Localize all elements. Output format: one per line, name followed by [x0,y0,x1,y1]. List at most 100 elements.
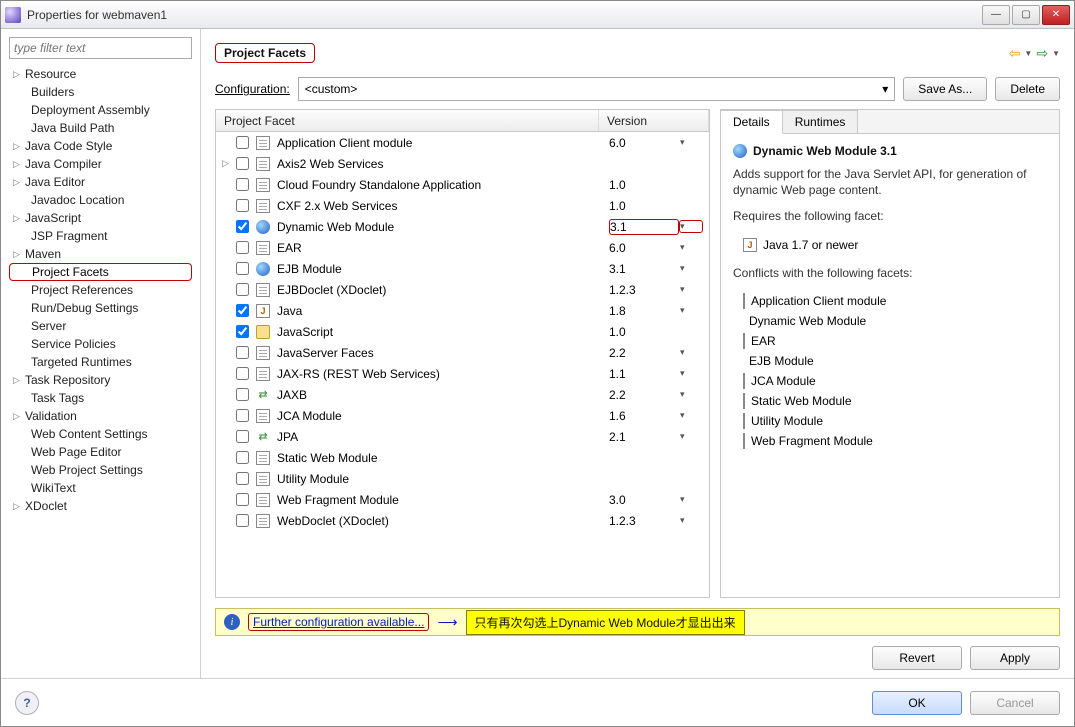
facet-checkbox[interactable] [236,472,249,485]
facet-checkbox[interactable] [236,136,249,149]
table-row: ▷Axis2 Web Services [216,153,709,174]
maximize-button[interactable]: ▢ [1012,5,1040,25]
tree-item[interactable]: Run/Debug Settings [9,299,192,317]
facet-checkbox[interactable] [236,451,249,464]
back-button[interactable]: ⇦ [1009,45,1021,62]
tree-item[interactable]: Web Content Settings [9,425,192,443]
facet-name: EJBDoclet (XDoclet) [277,283,609,297]
tree-item[interactable]: ▷Task Repository [9,371,192,389]
version-dropdown [679,457,703,459]
facet-checkbox[interactable] [236,220,249,233]
version-dropdown[interactable]: ▾ [679,220,703,233]
tree-item[interactable]: Task Tags [9,389,192,407]
tree-item[interactable]: Web Page Editor [9,443,192,461]
expand-caret-icon[interactable]: ▷ [13,213,25,224]
facet-checkbox[interactable] [236,199,249,212]
tree-item[interactable]: Server [9,317,192,335]
expand-caret-icon[interactable]: ▷ [13,69,25,80]
facet-checkbox[interactable] [236,514,249,527]
tree-item[interactable]: Targeted Runtimes [9,353,192,371]
tree-item[interactable]: Builders [9,83,192,101]
version-dropdown[interactable]: ▾ [679,283,703,296]
version-dropdown[interactable]: ▾ [679,241,703,254]
version-dropdown[interactable]: ▾ [679,367,703,380]
col-facet[interactable]: Project Facet [216,110,599,131]
expand-caret-icon[interactable]: ▷ [13,159,25,170]
forward-menu-caret[interactable]: ▼ [1052,49,1060,58]
facet-checkbox[interactable] [236,409,249,422]
tree-item[interactable]: ▷Resource [9,65,192,83]
version-dropdown[interactable]: ▾ [679,136,703,149]
help-button[interactable]: ? [15,691,39,715]
facet-checkbox[interactable] [236,367,249,380]
tree-item[interactable]: Web Project Settings [9,461,192,479]
category-tree[interactable]: ▷ResourceBuildersDeployment AssemblyJava… [9,65,192,670]
arrows-icon: ⇄ [255,429,271,445]
facet-checkbox[interactable] [236,283,249,296]
configuration-select[interactable]: <custom> ▾ [298,77,896,101]
facet-checkbox[interactable] [236,430,249,443]
further-config-link[interactable]: Further configuration available... [248,613,429,631]
filter-input[interactable] [9,37,192,59]
expand-caret-icon[interactable]: ▷ [13,501,25,512]
row-expand-icon[interactable]: ▷ [222,158,236,169]
tree-item[interactable]: WikiText [9,479,192,497]
version-dropdown[interactable]: ▾ [679,304,703,317]
tab-details[interactable]: Details [721,110,783,134]
version-dropdown[interactable]: ▾ [679,409,703,422]
version-dropdown[interactable]: ▾ [679,430,703,443]
facet-checkbox[interactable] [236,304,249,317]
forward-button[interactable]: ⇨ [1036,45,1048,62]
close-button[interactable]: ✕ [1042,5,1070,25]
version-dropdown[interactable]: ▾ [679,514,703,527]
tree-item[interactable]: ▷Java Editor [9,173,192,191]
revert-button[interactable]: Revert [872,646,962,670]
table-row: EJB Module3.1▾ [216,258,709,279]
facet-checkbox[interactable] [236,157,249,170]
expand-caret-icon[interactable]: ▷ [13,177,25,188]
tree-item[interactable]: Project References [9,281,192,299]
version-dropdown[interactable]: ▾ [679,346,703,359]
ok-button[interactable]: OK [872,691,962,715]
list-item: JJava 1.7 or newer [733,235,1047,255]
tree-item[interactable]: ▷Validation [9,407,192,425]
list-item-label: EJB Module [749,354,814,368]
delete-button[interactable]: Delete [995,77,1060,101]
col-version[interactable]: Version [599,110,709,131]
apply-button[interactable]: Apply [970,646,1060,670]
tree-item[interactable]: Java Build Path [9,119,192,137]
facet-checkbox[interactable] [236,493,249,506]
facet-version: 1.1 [609,367,679,381]
back-menu-caret[interactable]: ▼ [1024,49,1032,58]
facet-version: 2.2 [609,388,679,402]
tree-item[interactable]: ▷XDoclet [9,497,192,515]
tree-item[interactable]: ▷Java Code Style [9,137,192,155]
tree-item[interactable]: ▷Java Compiler [9,155,192,173]
version-dropdown[interactable]: ▾ [679,493,703,506]
tab-runtimes[interactable]: Runtimes [783,110,859,133]
tree-item[interactable]: Deployment Assembly [9,101,192,119]
expand-caret-icon[interactable]: ▷ [13,141,25,152]
version-dropdown[interactable]: ▾ [679,262,703,275]
facet-checkbox[interactable] [236,262,249,275]
version-dropdown[interactable]: ▾ [679,388,703,401]
expand-caret-icon[interactable]: ▷ [13,375,25,386]
tree-item[interactable]: Project Facets [9,263,192,281]
facet-checkbox[interactable] [236,241,249,254]
expand-caret-icon[interactable]: ▷ [13,249,25,260]
save-as-button[interactable]: Save As... [903,77,987,101]
tree-item[interactable]: Service Policies [9,335,192,353]
tree-item[interactable]: Javadoc Location [9,191,192,209]
table-row: Cloud Foundry Standalone Application1.0 [216,174,709,195]
tree-item[interactable]: ▷Maven [9,245,192,263]
facet-checkbox[interactable] [236,346,249,359]
facet-checkbox[interactable] [236,325,249,338]
table-row: WebDoclet (XDoclet)1.2.3▾ [216,510,709,531]
minimize-button[interactable]: — [982,5,1010,25]
tree-item[interactable]: ▷JavaScript [9,209,192,227]
facet-checkbox[interactable] [236,388,249,401]
cancel-button[interactable]: Cancel [970,691,1060,715]
tree-item[interactable]: JSP Fragment [9,227,192,245]
facet-checkbox[interactable] [236,178,249,191]
expand-caret-icon[interactable]: ▷ [13,411,25,422]
